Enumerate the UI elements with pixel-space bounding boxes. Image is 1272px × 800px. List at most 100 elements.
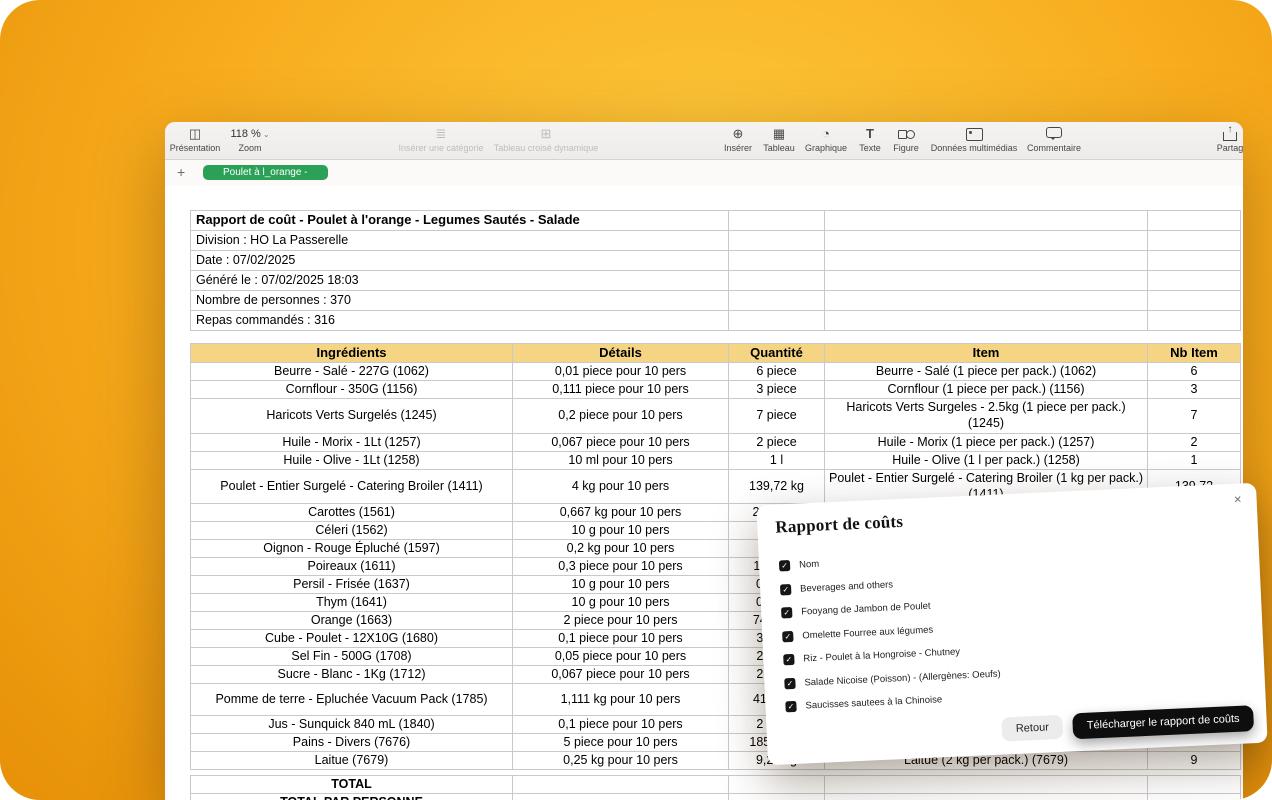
back-button[interactable]: Retour — [1001, 715, 1063, 742]
empty-cell[interactable] — [729, 291, 825, 311]
cell-details[interactable]: 0,2 piece pour 10 pers — [513, 399, 729, 434]
cell-details[interactable]: 0,1 piece pour 10 pers — [513, 716, 729, 734]
col-nbitem[interactable]: Nb Item — [1148, 344, 1241, 363]
cell-ingredient[interactable]: Pains - Divers (7676) — [191, 734, 513, 752]
checkbox-checked-icon[interactable]: ✓ — [784, 678, 795, 689]
col-details[interactable]: Détails — [513, 344, 729, 363]
add-sheet-button[interactable]: + — [177, 164, 185, 180]
cell-ingredient[interactable]: Laitue (7679) — [191, 752, 513, 770]
cell-quantity[interactable]: 2 piece — [729, 434, 825, 452]
cell-details[interactable]: 0,067 piece pour 10 pers — [513, 666, 729, 684]
empty-cell[interactable] — [513, 794, 729, 800]
media-button[interactable]: Données multimédias — [919, 126, 1029, 153]
checkbox-checked-icon[interactable]: ✓ — [785, 701, 796, 712]
comment-button[interactable]: Commentaire — [1019, 126, 1089, 153]
cell-details[interactable]: 0,067 piece pour 10 pers — [513, 434, 729, 452]
empty-cell[interactable] — [1148, 251, 1241, 271]
cell-details[interactable]: 2 piece pour 10 pers — [513, 612, 729, 630]
cell-nbitem[interactable]: 9 — [1148, 752, 1241, 770]
total-label[interactable]: TOTAL — [191, 776, 513, 794]
cell-item[interactable]: Huile - Morix (1 piece per pack.) (1257) — [825, 434, 1148, 452]
presentation-button[interactable]: ◫ Présentation — [167, 126, 223, 153]
cell-details[interactable]: 10 g pour 10 pers — [513, 594, 729, 612]
chart-button[interactable]: ◔ Graphique — [796, 126, 856, 153]
sheet-tab[interactable]: Poulet à l_orange - — [203, 165, 328, 180]
empty-cell[interactable] — [825, 271, 1148, 291]
cell-details[interactable]: 4 kg pour 10 pers — [513, 470, 729, 504]
zoom-control[interactable]: 118 %⌄ Zoom — [217, 126, 283, 153]
cell-quantity[interactable]: 6 piece — [729, 363, 825, 381]
total-per-person-label[interactable]: TOTAL PAR PERSONNE — [191, 794, 513, 800]
cell-info-label[interactable]: Division : HO La Passerelle — [191, 231, 729, 251]
share-button[interactable]: Partag — [1200, 126, 1243, 153]
cell-item[interactable]: Huile - Olive (1 l per pack.) (1258) — [825, 452, 1148, 470]
cell-info-label[interactable]: Rapport de coût - Poulet à l'orange - Le… — [191, 211, 729, 231]
cell-ingredient[interactable]: Carottes (1561) — [191, 504, 513, 522]
cell-ingredient[interactable]: Beurre - Salé - 227G (1062) — [191, 363, 513, 381]
cell-ingredient[interactable]: Poireaux (1611) — [191, 558, 513, 576]
cell-ingredient[interactable]: Persil - Frisée (1637) — [191, 576, 513, 594]
empty-cell[interactable] — [825, 231, 1148, 251]
empty-cell[interactable] — [825, 311, 1148, 331]
empty-cell[interactable] — [825, 251, 1148, 271]
cell-ingredient[interactable]: Pomme de terre - Epluchée Vacuum Pack (1… — [191, 684, 513, 716]
cell-ingredient[interactable]: Orange (1663) — [191, 612, 513, 630]
cell-quantity[interactable]: 3 piece — [729, 381, 825, 399]
cell-item[interactable]: Haricots Verts Surgeles - 2.5kg (1 piece… — [825, 399, 1148, 434]
cell-ingredient[interactable]: Thym (1641) — [191, 594, 513, 612]
cell-ingredient[interactable]: Jus - Sunquick 840 mL (1840) — [191, 716, 513, 734]
cell-details[interactable]: 5 piece pour 10 pers — [513, 734, 729, 752]
cell-quantity[interactable]: 1 l — [729, 452, 825, 470]
col-item[interactable]: Item — [825, 344, 1148, 363]
cell-details[interactable]: 0,3 piece pour 10 pers — [513, 558, 729, 576]
cell-details[interactable]: 10 g pour 10 pers — [513, 576, 729, 594]
cell-quantity[interactable]: 7 piece — [729, 399, 825, 434]
cell-item[interactable]: Beurre - Salé (1 piece per pack.) (1062) — [825, 363, 1148, 381]
cell-ingredient[interactable]: Haricots Verts Surgelés (1245) — [191, 399, 513, 434]
cell-nbitem[interactable]: 2 — [1148, 434, 1241, 452]
cell-details[interactable]: 0,01 piece pour 10 pers — [513, 363, 729, 381]
empty-cell[interactable] — [825, 291, 1148, 311]
empty-cell[interactable] — [729, 271, 825, 291]
cell-item[interactable]: Cornflour (1 piece per pack.) (1156) — [825, 381, 1148, 399]
cell-nbitem[interactable]: 3 — [1148, 381, 1241, 399]
empty-cell[interactable] — [1148, 271, 1241, 291]
col-quantity[interactable]: Quantité — [729, 344, 825, 363]
cell-info-label[interactable]: Date : 07/02/2025 — [191, 251, 729, 271]
empty-cell[interactable] — [1148, 291, 1241, 311]
cell-ingredient[interactable]: Poulet - Entier Surgelé - Catering Broil… — [191, 470, 513, 504]
empty-cell[interactable] — [729, 311, 825, 331]
cell-details[interactable]: 0,111 piece pour 10 pers — [513, 381, 729, 399]
checkbox-checked-icon[interactable]: ✓ — [779, 560, 790, 571]
empty-cell[interactable] — [729, 231, 825, 251]
empty-cell[interactable] — [825, 794, 1148, 800]
empty-cell[interactable] — [1148, 211, 1241, 231]
col-ingredients[interactable]: Ingrédients — [191, 344, 513, 363]
cell-details[interactable]: 10 g pour 10 pers — [513, 522, 729, 540]
empty-cell[interactable] — [729, 251, 825, 271]
cell-ingredient[interactable]: Céleri (1562) — [191, 522, 513, 540]
empty-cell[interactable] — [513, 776, 729, 794]
checkbox-checked-icon[interactable]: ✓ — [782, 631, 793, 642]
download-report-button[interactable]: Télécharger le rapport de coûts — [1072, 705, 1254, 739]
cell-ingredient[interactable]: Sucre - Blanc - 1Kg (1712) — [191, 666, 513, 684]
cell-nbitem[interactable]: 1 — [1148, 452, 1241, 470]
cell-info-label[interactable]: Généré le : 07/02/2025 18:03 — [191, 271, 729, 291]
cell-info-label[interactable]: Repas commandés : 316 — [191, 311, 729, 331]
empty-cell[interactable] — [825, 776, 1148, 794]
empty-cell[interactable] — [1148, 231, 1241, 251]
empty-cell[interactable] — [825, 211, 1148, 231]
cell-quantity[interactable]: 139,72 kg — [729, 470, 825, 504]
cell-details[interactable]: 0,1 piece pour 10 pers — [513, 630, 729, 648]
checkbox-checked-icon[interactable]: ✓ — [781, 607, 792, 618]
close-icon[interactable]: × — [1234, 491, 1242, 506]
cell-details[interactable]: 10 ml pour 10 pers — [513, 452, 729, 470]
cell-ingredient[interactable]: Huile - Olive - 1Lt (1258) — [191, 452, 513, 470]
cell-details[interactable]: 0,25 kg pour 10 pers — [513, 752, 729, 770]
cell-details[interactable]: 0,2 kg pour 10 pers — [513, 540, 729, 558]
cell-info-label[interactable]: Nombre de personnes : 370 — [191, 291, 729, 311]
empty-cell[interactable] — [729, 794, 825, 800]
cell-ingredient[interactable]: Oignon - Rouge Épluché (1597) — [191, 540, 513, 558]
cell-ingredient[interactable]: Sel Fin - 500G (1708) — [191, 648, 513, 666]
empty-cell[interactable] — [729, 776, 825, 794]
